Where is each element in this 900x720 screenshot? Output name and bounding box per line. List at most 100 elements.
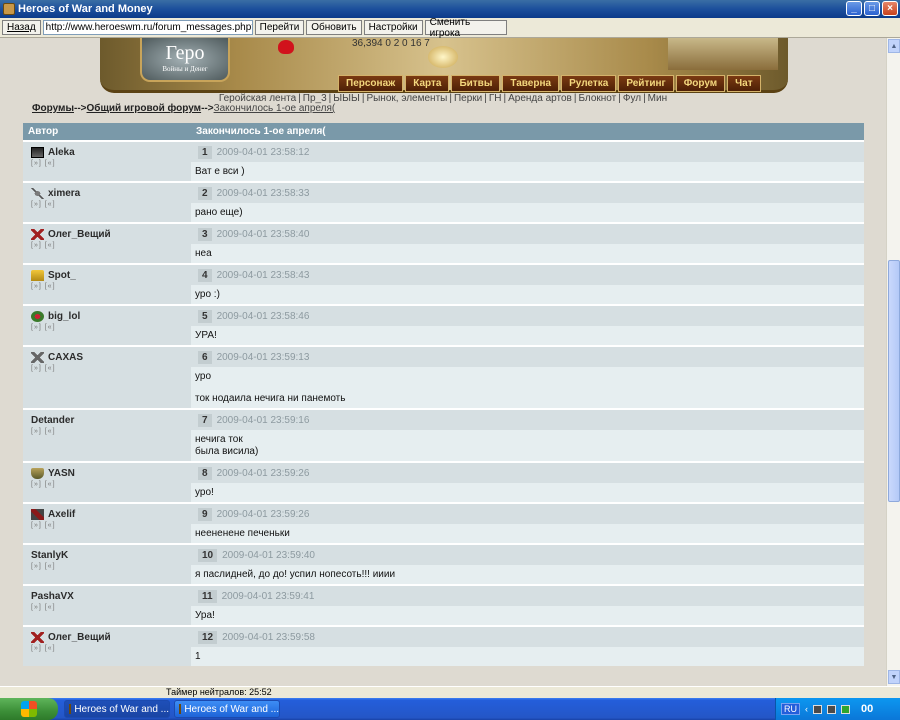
link-separator: | [618,93,621,104]
post-number[interactable]: 3 [198,227,212,241]
author-mini-links[interactable]: [»] [«] [31,201,191,208]
author-mini-links[interactable]: [»] [«] [31,645,191,652]
clan-icon[interactable] [31,146,44,158]
author-name-link[interactable]: Олег_Вещий [48,229,111,240]
post-date: 2009-04-01 23:58:33 [216,187,310,199]
author-mini-links[interactable]: [»] [«] [31,324,191,331]
taskbar-item-2[interactable]: Heroes of War and ... [174,700,280,718]
post-date: 2009-04-01 23:58:46 [216,310,310,322]
nav-item[interactable]: Форум [675,75,726,92]
author-name-link[interactable]: big_lol [48,311,80,322]
author-name-link[interactable]: CAXAS [48,352,83,363]
post-date: 2009-04-01 23:59:26 [216,508,310,520]
back-button[interactable]: Назад [2,20,41,35]
post-number[interactable]: 7 [198,413,212,427]
author-mini-links[interactable]: [»] [«] [31,365,191,372]
network-icon[interactable] [841,704,850,714]
crown-icon[interactable] [31,269,44,281]
breadcrumb-forums-link[interactable]: Форумы [32,103,74,114]
close-button[interactable]: × [882,1,898,16]
sub-link[interactable]: Перки [454,93,482,104]
post-number[interactable]: 6 [198,350,212,364]
red-cross-icon[interactable] [31,631,44,643]
scroll-down-arrow-icon[interactable]: ▼ [888,670,900,684]
tray-expand-icon[interactable]: ‹ [805,704,808,714]
settings-button[interactable]: Настройки [363,20,423,35]
post-number[interactable]: 11 [198,589,217,603]
language-indicator[interactable]: RU [781,703,800,715]
refresh-button[interactable]: Обновить [306,20,362,35]
author-mini-links[interactable]: [»] [«] [31,481,191,488]
sub-link[interactable]: Фул [623,93,641,104]
breadcrumb-general-forum-link[interactable]: Общий игровой форум [87,103,202,114]
breadcrumb-topic-link[interactable]: Закончилось 1-ое апреля( [214,103,336,114]
author-cell: Spot_ [»] [«] [23,265,191,304]
scroll-up-arrow-icon[interactable]: ▲ [888,39,900,53]
author-name-link[interactable]: PashaVX [31,591,74,602]
author-mini-links[interactable]: [»] [«] [31,522,191,529]
post-number[interactable]: 1 [198,145,212,159]
nav-item[interactable]: Карта [405,75,450,92]
address-input[interactable]: http://www.heroeswm.ru/forum_messages.ph… [42,20,253,35]
author-mini-links[interactable]: [»] [«] [31,160,191,167]
shield-icon[interactable] [31,467,44,479]
post-number[interactable]: 9 [198,507,212,521]
minimize-button[interactable]: _ [846,1,862,16]
logo-text: Геро [165,42,205,64]
sub-link[interactable]: Блокнот [578,93,616,104]
taskbar-item-1[interactable]: Heroes of War and ... [64,700,170,718]
author-name-link[interactable]: Aleka [48,147,75,158]
author-name-link[interactable]: Detander [31,415,74,426]
nav-item[interactable]: Рейтинг [618,75,674,92]
table-row: StanlyK [»] [«] 10 2009-04-01 23:59:40 я пас… [23,543,864,584]
nav-item[interactable]: Персонаж [338,75,404,92]
tray-icon[interactable] [827,704,836,714]
nav-item[interactable]: Рулетка [561,75,617,92]
go-button[interactable]: Перейти [254,20,305,35]
post-number[interactable]: 2 [198,186,212,200]
sword-icon[interactable] [31,187,44,199]
sub-link[interactable]: ЫЫЫ [333,93,360,104]
cart-icon[interactable] [31,310,44,322]
author-name-link[interactable]: YASN [48,468,75,479]
post-number[interactable]: 10 [198,548,218,562]
message-text: УРА! [195,330,217,341]
author-name-link[interactable]: Axelif [48,509,75,520]
author-mini-links[interactable]: [»] [«] [31,428,191,435]
sub-link[interactable]: ГН [489,93,502,104]
author-mini-links[interactable]: [»] [«] [31,604,191,611]
tray-icon[interactable] [813,704,822,714]
message-cell: 11 2009-04-01 23:59:41 Ура! [191,586,864,625]
author-name-link[interactable]: ximera [48,188,80,199]
post-number[interactable]: 8 [198,466,212,480]
link-separator: | [643,93,646,104]
author-mini-links[interactable]: [»] [«] [31,242,191,249]
maximize-button[interactable]: □ [864,1,880,16]
post-number[interactable]: 12 [198,630,218,644]
crossed-swords-icon[interactable] [31,351,44,363]
red-cross-icon[interactable] [31,228,44,240]
message-header: 12 2009-04-01 23:59:58 [191,627,864,647]
message-cell: 8 2009-04-01 23:59:26 уро! [191,463,864,502]
post-number[interactable]: 4 [198,268,212,282]
scrollbar-thumb[interactable] [888,260,900,502]
sub-link[interactable]: Мин [648,93,667,104]
author-name-link[interactable]: Spot_ [48,270,76,281]
start-button[interactable] [0,698,58,720]
author-name-link[interactable]: StanlyK [31,550,68,561]
vertical-scrollbar[interactable]: ▲ ▼ [886,38,900,686]
game-logo[interactable]: Геро Войны и Денег [140,38,230,82]
sub-link[interactable]: Аренда артов [508,93,572,104]
axe-icon[interactable] [31,508,44,520]
post-number[interactable]: 5 [198,309,212,323]
author-mini-links[interactable]: [»] [«] [31,563,191,570]
author-name-link[interactable]: Олег_Вещий [48,632,111,643]
nav-item[interactable]: Чат [727,75,761,92]
app-icon [69,704,72,714]
nav-item[interactable]: Битвы [451,75,501,92]
author-cell: CAXAS [»] [«] [23,347,191,408]
nav-item[interactable]: Таверна [502,75,560,92]
switch-player-button[interactable]: Сменить игрока [424,17,507,39]
author-mini-links[interactable]: [»] [«] [31,283,191,290]
sub-link[interactable]: Рынок, элементы [366,93,447,104]
